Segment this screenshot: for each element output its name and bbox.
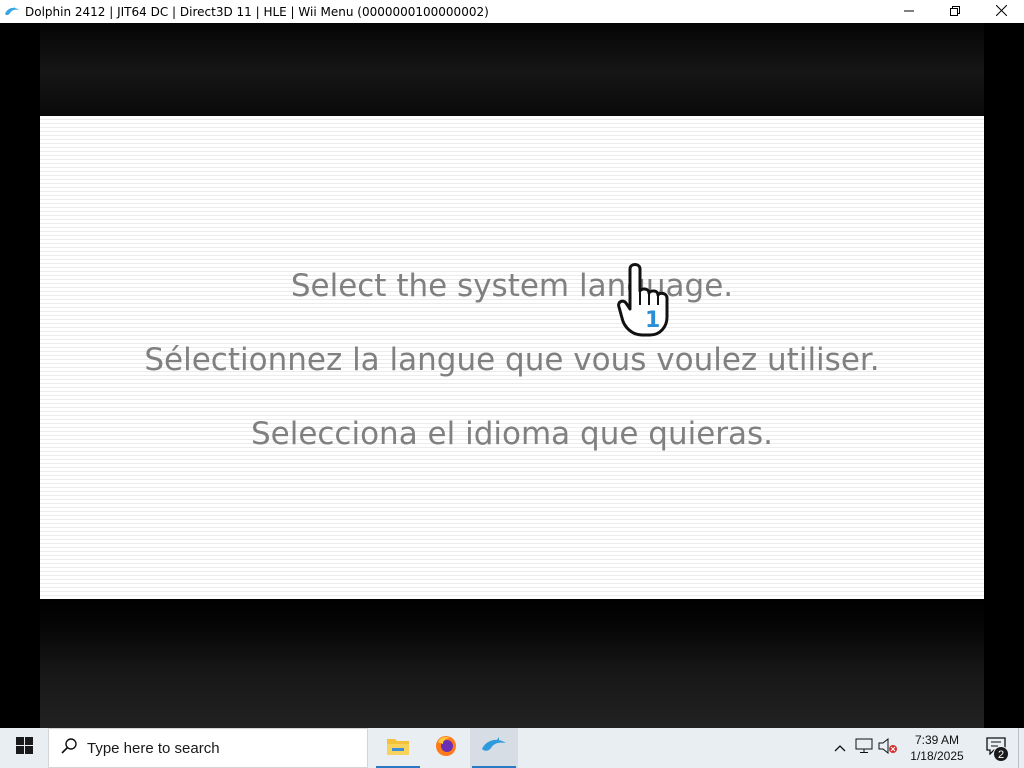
dolphin-app-icon (3, 3, 21, 21)
dolphin-icon (481, 736, 507, 760)
start-button[interactable] (0, 728, 48, 768)
player-number: 1 (645, 308, 660, 333)
search-placeholder: Type here to search (87, 739, 220, 757)
close-icon (995, 4, 1007, 19)
prompt-english: Select the system language. (290, 268, 734, 304)
show-desktop-button[interactable] (1018, 728, 1024, 768)
notification-count-badge: 2 (993, 746, 1009, 762)
volume-button[interactable] (876, 728, 900, 768)
clock-time: 7:39 AM (914, 733, 960, 747)
volume-muted-icon (878, 737, 898, 759)
restore-button[interactable] (932, 0, 978, 23)
restore-icon (950, 5, 960, 19)
network-icon (855, 738, 873, 759)
language-select-screen[interactable]: Select the system language. Sélectionnez… (40, 116, 984, 599)
close-button[interactable] (978, 0, 1024, 23)
windows-logo-icon (15, 737, 33, 759)
taskbar-firefox[interactable] (422, 728, 470, 768)
show-hidden-icons-button[interactable] (828, 728, 852, 768)
taskbar-clock[interactable]: 7:39 AM 1/18/2025 (900, 728, 974, 768)
firefox-icon (434, 734, 458, 763)
prompt-spanish: Selecciona el idioma que quieras. (250, 416, 774, 452)
taskbar-search-box[interactable]: Type here to search (48, 728, 368, 768)
wii-pointer-hand-icon: 1 (614, 261, 678, 341)
taskbar: Type here to search 7:39 AM 1/18/2025 2 (0, 728, 1024, 768)
minimize-icon (904, 5, 914, 19)
game-viewport[interactable]: Select the system language. Sélectionnez… (0, 23, 1024, 728)
taskbar-dolphin[interactable] (470, 728, 518, 768)
search-icon (61, 737, 77, 759)
chevron-up-icon (834, 739, 846, 757)
system-tray: 7:39 AM 1/18/2025 2 (828, 728, 1024, 768)
clock-date: 1/18/2025 (910, 749, 964, 763)
render-background-bottom (40, 598, 984, 728)
taskbar-file-explorer[interactable] (374, 728, 422, 768)
window-titlebar: Dolphin 2412 | JIT64 DC | Direct3D 11 | … (0, 0, 1024, 23)
window-title: Dolphin 2412 | JIT64 DC | Direct3D 11 | … (25, 4, 489, 19)
action-center-button[interactable]: 2 (974, 728, 1018, 768)
prompt-french: Sélectionnez la langue que vous voulez u… (144, 342, 880, 378)
minimize-button[interactable] (886, 0, 932, 23)
network-button[interactable] (852, 728, 876, 768)
folder-icon (386, 736, 410, 761)
